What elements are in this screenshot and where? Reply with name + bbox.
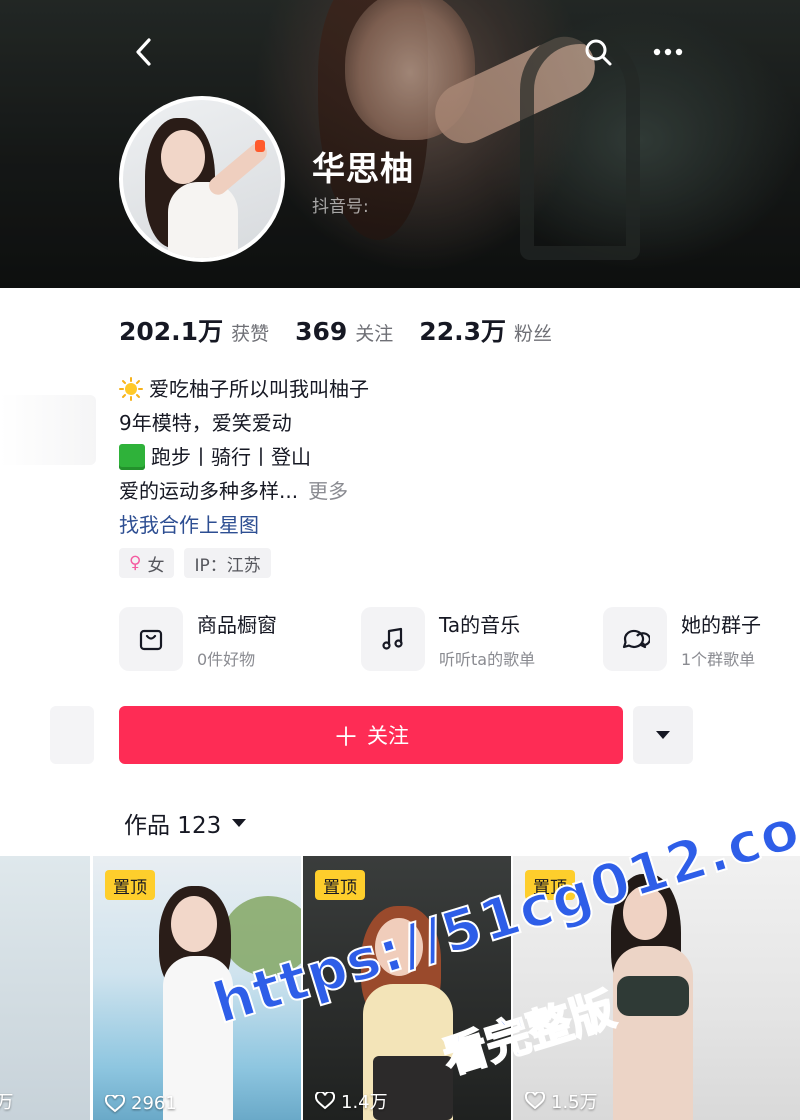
stat-value: 369 <box>295 317 348 346</box>
stat-label: 获赞 <box>231 323 270 345</box>
feature-group[interactable]: 她的群子 1个群歌单 <box>603 607 773 671</box>
like-count: 1.5万 <box>525 1088 598 1114</box>
bio[interactable]: 爱吃柚子所以叫我叫柚子 9年模特，爱笑爱动 跑步丨骑行丨登山 爱的运动多种多样.… <box>119 372 369 542</box>
video-thumbnail[interactable]: 置顶 1.5万 <box>513 856 800 1120</box>
background-ghost-panel <box>0 395 96 465</box>
like-count: 1.4万 <box>315 1088 388 1114</box>
caret-down-icon <box>656 731 670 739</box>
video-thumbnail[interactable]: 置顶 2961 <box>93 856 301 1120</box>
follow-button[interactable]: ＋ 关注 <box>119 706 623 764</box>
music-note-icon <box>382 627 403 650</box>
more-options-button[interactable] <box>650 34 686 70</box>
background-ghost-button <box>50 706 94 764</box>
female-icon: ♀ <box>129 553 142 573</box>
stat-label: 粉丝 <box>513 323 552 345</box>
tab-works[interactable]: 作品 123 <box>124 806 247 840</box>
ip-location-tag: IP：江苏 <box>184 548 271 578</box>
heart-outline-icon <box>525 1092 545 1110</box>
green-square-emoji-icon <box>119 444 145 470</box>
search-icon <box>585 39 612 66</box>
profile-tags: ♀ 女 IP：江苏 <box>119 548 281 578</box>
video-grid: 5万 置顶 2961 置顶 1.4万 置顶 1.5万 <box>0 856 800 1120</box>
chevron-left-icon <box>136 38 151 66</box>
profile-stats: 202.1万 获赞 369 关注 22.3万 粉丝 <box>119 312 578 348</box>
gender-tag: ♀ 女 <box>119 548 175 578</box>
bio-line: 9年模特，爱笑爱动 <box>119 411 292 435</box>
douyin-id-label[interactable]: 抖音号: <box>312 192 369 217</box>
feature-cards: 商品橱窗 0件好物 Ta的音乐 听听ta的歌单 她的群子 1个群歌单 <box>119 607 773 671</box>
recommend-dropdown-button[interactable] <box>633 706 693 764</box>
group-chat-icon <box>622 629 650 649</box>
back-button[interactable] <box>126 34 162 70</box>
feature-shop-window[interactable]: 商品橱窗 0件好物 <box>119 607 337 671</box>
bio-line: 爱的运动多种多样... 更多 <box>119 474 369 508</box>
stat-label: 关注 <box>355 323 394 345</box>
profile-name: 华思柚 <box>312 149 414 188</box>
stat-likes[interactable]: 202.1万 获赞 <box>119 312 269 348</box>
heart-outline-icon <box>315 1092 335 1110</box>
stat-value: 202.1万 <box>119 317 224 346</box>
caret-down-icon <box>232 819 247 827</box>
search-button[interactable] <box>580 34 616 70</box>
bio-more-link[interactable]: 更多 <box>308 474 348 508</box>
heart-outline-icon <box>105 1094 125 1112</box>
profile-banner: 华思柚 抖音号: <box>0 0 800 288</box>
shop-window-icon <box>139 629 163 651</box>
stat-following[interactable]: 369 关注 <box>295 317 393 346</box>
avatar[interactable] <box>119 96 285 262</box>
sun-emoji-icon <box>119 377 143 401</box>
pinned-badge: 置顶 <box>525 870 575 900</box>
bio-line: 跑步丨骑行丨登山 <box>119 440 369 474</box>
stat-value: 22.3万 <box>419 317 506 346</box>
video-thumbnail[interactable]: 5万 <box>0 856 90 1120</box>
more-dots-icon <box>653 48 683 56</box>
plus-icon: ＋ <box>332 722 359 753</box>
pinned-badge: 置顶 <box>105 870 155 900</box>
like-count: 2961 <box>105 1093 177 1114</box>
stat-followers[interactable]: 22.3万 粉丝 <box>419 312 552 348</box>
bio-line: 爱吃柚子所以叫我叫柚子 <box>119 372 369 406</box>
business-cooperation-link[interactable]: 找我合作上星图 <box>119 508 369 542</box>
pinned-badge: 置顶 <box>315 870 365 900</box>
video-thumbnail[interactable]: 置顶 1.4万 <box>303 856 511 1120</box>
feature-music[interactable]: Ta的音乐 听听ta的歌单 <box>361 607 579 671</box>
like-count: 5万 <box>0 1092 14 1113</box>
